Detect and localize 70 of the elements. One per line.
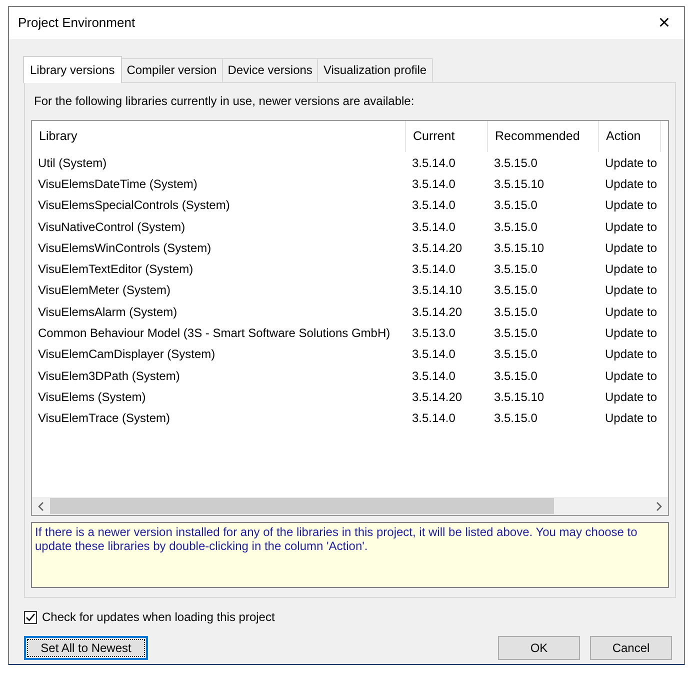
- table-cell-text: 3.5.15.0: [493, 346, 538, 364]
- table-cell-text: VisuElemCamDisplayer (System): [37, 346, 216, 364]
- table-cell-text: 3.5.15.10: [493, 388, 546, 406]
- table-cell-text: Update to: [604, 410, 658, 428]
- column-header[interactable]: Library: [32, 121, 406, 152]
- table-cell-text: 3.5.15.0: [493, 282, 538, 300]
- table-cell-text: VisuElemsDateTime (System): [37, 176, 198, 193]
- table-cell-text: VisuElemsSpecialControls (System): [37, 197, 231, 214]
- table-cell-text: 3.5.15.0: [493, 325, 538, 342]
- table-cell-text: 3.5.13.0: [411, 325, 456, 342]
- table-cell-text: 3.5.15.10: [493, 176, 546, 193]
- tab[interactable]: Library versions: [23, 56, 122, 83]
- table-cell-text: 3.5.14.0: [411, 218, 456, 236]
- table-cell-text: Update to: [604, 197, 658, 214]
- table-cell-text: Update to: [604, 240, 658, 257]
- table-cell-text: VisuElem3DPath (System): [37, 368, 181, 385]
- scrollbar-thumb[interactable]: [50, 498, 554, 514]
- table-cell-text: 3.5.15.0: [493, 410, 538, 428]
- table-cell-text: Update to: [604, 325, 658, 342]
- table-cell-text: 3.5.14.0: [411, 154, 456, 172]
- table-cell-text: Update to: [604, 261, 658, 278]
- table-cell-text: 3.5.15.0: [493, 218, 538, 236]
- table-cell-text: Util (System): [37, 154, 108, 172]
- table-cell-text: Update to: [604, 368, 658, 385]
- scroll-right-icon[interactable]: [656, 502, 662, 510]
- table-cell-text: 3.5.14.0: [411, 197, 456, 214]
- window-title: Project Environment: [18, 14, 136, 32]
- table-cell-text: 3.5.15.0: [493, 261, 538, 278]
- column-header[interactable]: Action: [599, 121, 661, 152]
- table-cell-text: VisuElemTextEditor (System): [37, 261, 194, 278]
- table-cell-text: VisuElemsAlarm (System): [37, 304, 178, 321]
- column-header[interactable]: Current: [406, 121, 488, 152]
- table-cell-text: VisuElems (System): [37, 388, 147, 406]
- table-cell-text: 3.5.15.0: [493, 197, 538, 214]
- info-text: If there is a newer version installed for any of the libraries in this project, it will be listed above. You may choose to update these libraries by double-clicking in the column 'Action'.: [31, 522, 669, 588]
- checkbox-label: Check for updates when loading this project: [42, 609, 275, 626]
- intro-text: For the following libraries currently in use, newer versions are available:: [34, 93, 416, 110]
- table-cell-text: 3.5.15.0: [493, 154, 538, 172]
- table-cell-text: 3.5.14.10: [411, 282, 464, 300]
- table-cell-text: Update to: [604, 388, 658, 406]
- tab[interactable]: Visualization profile: [317, 58, 433, 82]
- table-cell-text: 3.5.15.0: [493, 368, 538, 385]
- column-header[interactable]: Recommended: [488, 121, 599, 152]
- scroll-left-icon[interactable]: [38, 502, 44, 510]
- table-cell-text: 3.5.15.10: [493, 240, 546, 257]
- table-cell-text: Update to: [604, 176, 658, 193]
- table-cell-text: VisuElemTrace (System): [37, 410, 172, 428]
- table-cell-text: 3.5.14.20: [411, 304, 464, 321]
- table-cell-text: Common Behaviour Model (3S - Smart Software Solutions GmbH): [37, 325, 392, 342]
- close-button[interactable]: ×: [652, 13, 676, 33]
- table-cell-text: 3.5.14.0: [411, 346, 456, 364]
- table-cell-text: Update to: [604, 346, 658, 364]
- table-cell-text: 3.5.14.20: [411, 240, 464, 257]
- dialog-button[interactable]: Cancel: [590, 636, 672, 660]
- table-cell-text: 3.5.14.0: [411, 261, 456, 278]
- checkbox[interactable]: [24, 610, 37, 624]
- dialog-button[interactable]: OK: [498, 636, 580, 660]
- table-cell-text: VisuElemsWinControls (System): [37, 240, 212, 257]
- table-cell-text: 3.5.14.0: [411, 368, 456, 385]
- table-cell-text: 3.5.15.0: [493, 304, 538, 321]
- table-cell-text: Update to: [604, 218, 658, 236]
- dialog-button[interactable]: Set All to Newest: [24, 636, 148, 660]
- table-cell-text: 3.5.14.0: [411, 176, 456, 193]
- table-cell-text: 3.5.14.20: [411, 388, 464, 406]
- table-cell-text: VisuElemMeter (System): [37, 282, 172, 300]
- table-cell-text: VisuNativeControl (System): [37, 218, 186, 236]
- table-cell-text: Update to: [604, 154, 658, 172]
- table-cell-text: 3.5.14.0: [411, 410, 456, 428]
- table-cell-text: Update to: [604, 282, 658, 300]
- table-cell-text: Update to: [604, 304, 658, 321]
